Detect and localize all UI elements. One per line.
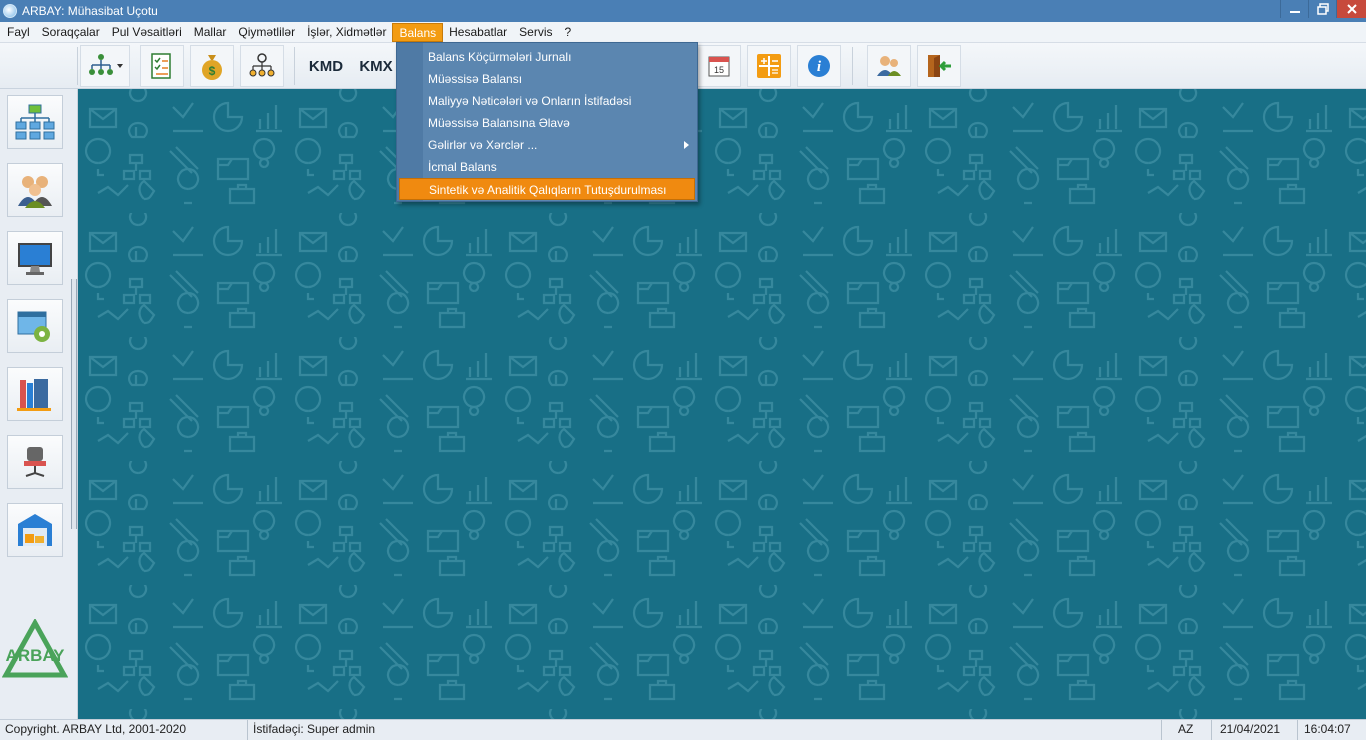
users-button[interactable]: [867, 45, 911, 87]
calendar-icon: 15: [708, 56, 730, 77]
calculator-button[interactable]: [747, 45, 791, 87]
close-icon: [1346, 4, 1357, 14]
info-button[interactable]: i: [797, 45, 841, 87]
arbay-logo: ARBAY: [2, 619, 68, 678]
menu-item-icmal-balans[interactable]: İcmal Balans: [423, 156, 695, 178]
monitor-button[interactable]: [7, 231, 63, 285]
left-panel: ARBAY: [0, 89, 78, 719]
menu-item-sintetik-ve-analitik[interactable]: Sintetik və Analitik Qalıqların Tutuşdur…: [399, 178, 695, 200]
menu-balans[interactable]: Balans: [392, 22, 444, 42]
exit-button[interactable]: [917, 45, 961, 87]
menu-pul-vesaitleri[interactable]: Pul Vəsaitləri: [106, 23, 188, 42]
org-structure-icon: [89, 54, 123, 75]
menu-hesabatlar[interactable]: Hesabatlar: [443, 23, 513, 42]
toolbar-separator: [77, 47, 78, 85]
users-group-button[interactable]: [7, 163, 63, 217]
toolbar-separator: [294, 47, 295, 85]
monitor-icon: [18, 243, 52, 275]
menu-item-maliyye-neticeleri[interactable]: Maliyyə Nəticələri və Onların İstifadəsi: [423, 90, 695, 112]
status-copyright: Copyright. ARBAY Ltd, 2001-2020: [0, 720, 248, 740]
settings-window-icon: [17, 311, 50, 342]
money-bag-icon: $: [202, 55, 222, 80]
panel-splitter[interactable]: [71, 279, 77, 529]
toolbar-separator: [852, 47, 853, 85]
menu-item-muessise-balansina-elave[interactable]: Müəssisə Balansına Əlavə: [423, 112, 695, 134]
status-time: 16:04:07: [1304, 722, 1351, 736]
kmx-button[interactable]: KMX: [354, 45, 398, 87]
calendar-day: 15: [714, 65, 724, 75]
status-bar: Copyright. ARBAY Ltd, 2001-2020 İstifadə…: [0, 719, 1366, 740]
menu-item-muessise-balansi[interactable]: Müəssisə Balansı: [423, 68, 695, 90]
balans-dropdown-menu: Balans Köçürmələri Jurnalı Müəssisə Bala…: [396, 42, 698, 202]
office-chair-icon: [24, 447, 46, 477]
menu-bar: Fayl Soraqçalar Pul Vəsaitləri Mallar Qi…: [0, 22, 1366, 43]
svg-text:$: $: [209, 64, 216, 78]
org-chart-icon: [15, 104, 55, 140]
status-user: İstifadəçi: Super admin: [248, 720, 1162, 740]
money-bag-button[interactable]: $: [190, 45, 234, 87]
menu-mallar[interactable]: Mallar: [188, 23, 233, 42]
menu-qiymetliler[interactable]: Qiymətlilər: [232, 23, 301, 42]
menu-item-gelirler-ve-xercler[interactable]: Gəlirlər və Xərclər ...: [423, 134, 695, 156]
people-network-button[interactable]: [240, 45, 284, 87]
calendar-button[interactable]: 15: [697, 45, 741, 87]
checklist-icon: [151, 53, 171, 79]
minimize-icon: [1289, 11, 1300, 13]
users-group-icon: [18, 176, 52, 208]
info-icon: i: [808, 55, 830, 77]
people-network-icon: [249, 53, 275, 77]
submenu-arrow-icon: [684, 141, 689, 149]
window-title: ARBAY: Mühasibat Uçotu: [22, 4, 158, 18]
warehouse-button[interactable]: [7, 503, 63, 557]
books-icon: [17, 379, 51, 411]
menu-servis[interactable]: Servis: [513, 23, 558, 42]
exit-door-icon: [928, 55, 951, 77]
users-icon: [877, 56, 901, 76]
books-button[interactable]: [7, 367, 63, 421]
org-structure-button[interactable]: [80, 45, 130, 87]
svg-text:ARBAY: ARBAY: [6, 646, 66, 665]
checklist-button[interactable]: [140, 45, 184, 87]
title-bar: ARBAY: Mühasibat Uçotu: [0, 0, 1366, 22]
menu-item-label: Gəlirlər və Xərclər ...: [428, 138, 538, 152]
minimize-button[interactable]: [1280, 0, 1308, 18]
menu-isler-xidmetler[interactable]: İşlər, Xidmətlər: [301, 23, 392, 42]
office-chair-button[interactable]: [7, 435, 63, 489]
kmd-button[interactable]: KMD: [304, 45, 348, 87]
warehouse-icon: [18, 514, 52, 546]
org-chart-button[interactable]: [7, 95, 63, 149]
calculator-icon: [757, 54, 781, 78]
settings-window-button[interactable]: [7, 299, 63, 353]
menu-item-balans-kocurmeleri-jurnali[interactable]: Balans Köçürmələri Jurnalı: [423, 46, 695, 68]
restore-button[interactable]: [1308, 0, 1336, 18]
app-icon: [3, 4, 17, 18]
status-language: AZ: [1162, 720, 1212, 740]
menu-fayl[interactable]: Fayl: [1, 23, 36, 42]
background-pattern: [78, 89, 1366, 719]
status-date: 21/04/2021: [1212, 720, 1298, 740]
restore-icon: [1316, 3, 1329, 15]
menu-soraqcalar[interactable]: Soraqçalar: [36, 23, 106, 42]
workspace: [78, 89, 1366, 719]
close-button[interactable]: [1336, 0, 1366, 18]
menu-help[interactable]: ?: [559, 23, 578, 42]
